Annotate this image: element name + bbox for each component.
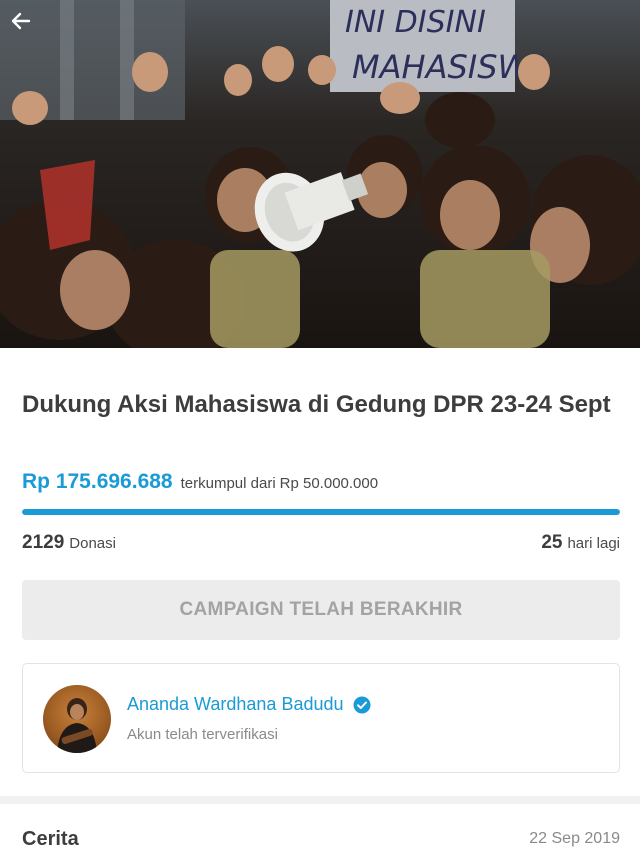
campaign-hero-image: INI DISINI MAHASISWA	[0, 0, 640, 348]
avatar	[43, 685, 111, 753]
organizer-card[interactable]: Ananda Wardhana Badudu Akun telah terver…	[22, 663, 620, 773]
verified-check-icon	[353, 696, 371, 714]
section-divider	[0, 796, 640, 804]
funding-progress-fill	[22, 509, 620, 515]
days-left-count: 25	[541, 532, 563, 553]
amount-raised: Rp 175.696.688	[22, 470, 173, 493]
days-left-label: hari lagi	[567, 535, 620, 552]
donations-label: Donasi	[69, 535, 116, 552]
story-date: 22 Sep 2019	[529, 830, 620, 847]
donations-count: 2129	[22, 532, 65, 553]
campaign-title: Dukung Aksi Mahasiswa di Gedung DPR 23-2…	[22, 391, 611, 418]
banner-text-top: INI DISINI	[345, 5, 486, 40]
funding-progress-bar	[22, 509, 620, 515]
story-heading: Cerita	[22, 828, 79, 850]
target-label: terkumpul dari	[180, 475, 276, 492]
organizer-verified-text: Akun telah terverifikasi	[127, 726, 278, 743]
target-value: Rp 50.000.000	[279, 475, 379, 492]
organizer-name-row[interactable]: Ananda Wardhana Badudu	[127, 694, 371, 715]
funding-summary: Rp 175.696.688 terkumpul dari Rp 50.000.…	[22, 470, 378, 494]
organizer-name[interactable]: Ananda Wardhana Badudu	[127, 694, 344, 715]
donations-stat: 2129 Donasi	[22, 532, 116, 554]
organizer-photo	[57, 698, 97, 753]
arrow-left-icon	[11, 12, 31, 30]
back-button[interactable]	[10, 10, 46, 46]
campaign-stats: 2129 Donasi 25 hari lagi	[22, 532, 620, 554]
protest-photo: INI DISINI MAHASISWA	[0, 0, 640, 348]
days-left-stat: 25 hari lagi	[541, 532, 620, 554]
campaign-ended-button[interactable]: CAMPAIGN TELAH BERAKHIR	[22, 580, 620, 640]
